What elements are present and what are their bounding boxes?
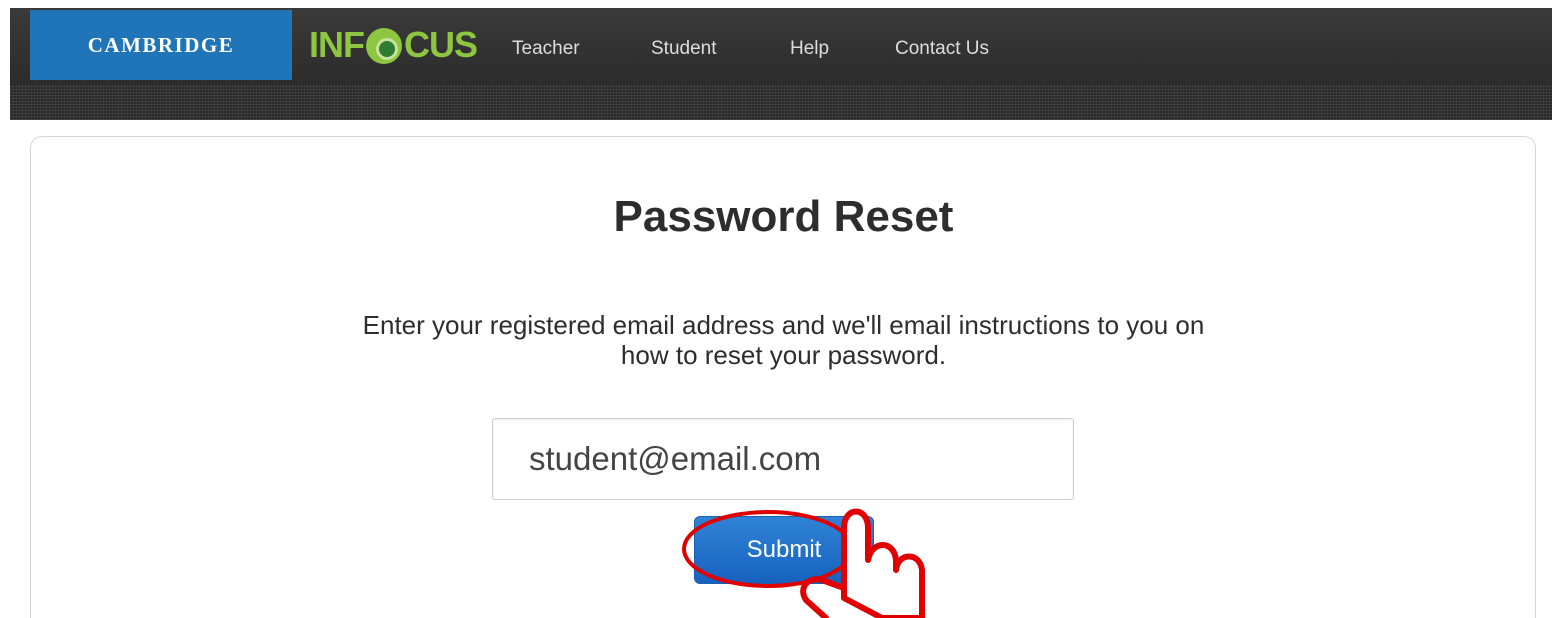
page-title: Password Reset [613, 192, 954, 241]
infocus-logo-part3: CUS [404, 24, 478, 65]
infocus-logo[interactable]: IN F CUS [309, 22, 478, 68]
email-field[interactable] [492, 418, 1074, 500]
instructions-text: Enter your registered email address and … [270, 310, 1297, 370]
infocus-logo-part2: F [343, 24, 365, 65]
cambridge-logo[interactable]: CAMBRIDGE [30, 10, 292, 80]
nav-student-link[interactable]: Student [651, 38, 717, 60]
instructions-line-2: how to reset your password. [620, 340, 947, 370]
infocus-logo-part1: IN [309, 24, 344, 65]
top-navigation-bar: CAMBRIDGE IN F CUS Teacher Student Help … [10, 8, 1552, 120]
nav-teacher-link[interactable]: Teacher [512, 38, 580, 60]
nav-help-link[interactable]: Help [790, 38, 829, 60]
topbar-lower-band [10, 84, 1552, 120]
infocus-ring-icon [366, 28, 402, 64]
instructions-line-1: Enter your registered email address and … [362, 310, 1205, 340]
submit-button[interactable]: Submit [694, 516, 874, 584]
cambridge-logo-text: CAMBRIDGE [87, 32, 235, 57]
nav-contact-us-link[interactable]: Contact Us [895, 38, 989, 60]
